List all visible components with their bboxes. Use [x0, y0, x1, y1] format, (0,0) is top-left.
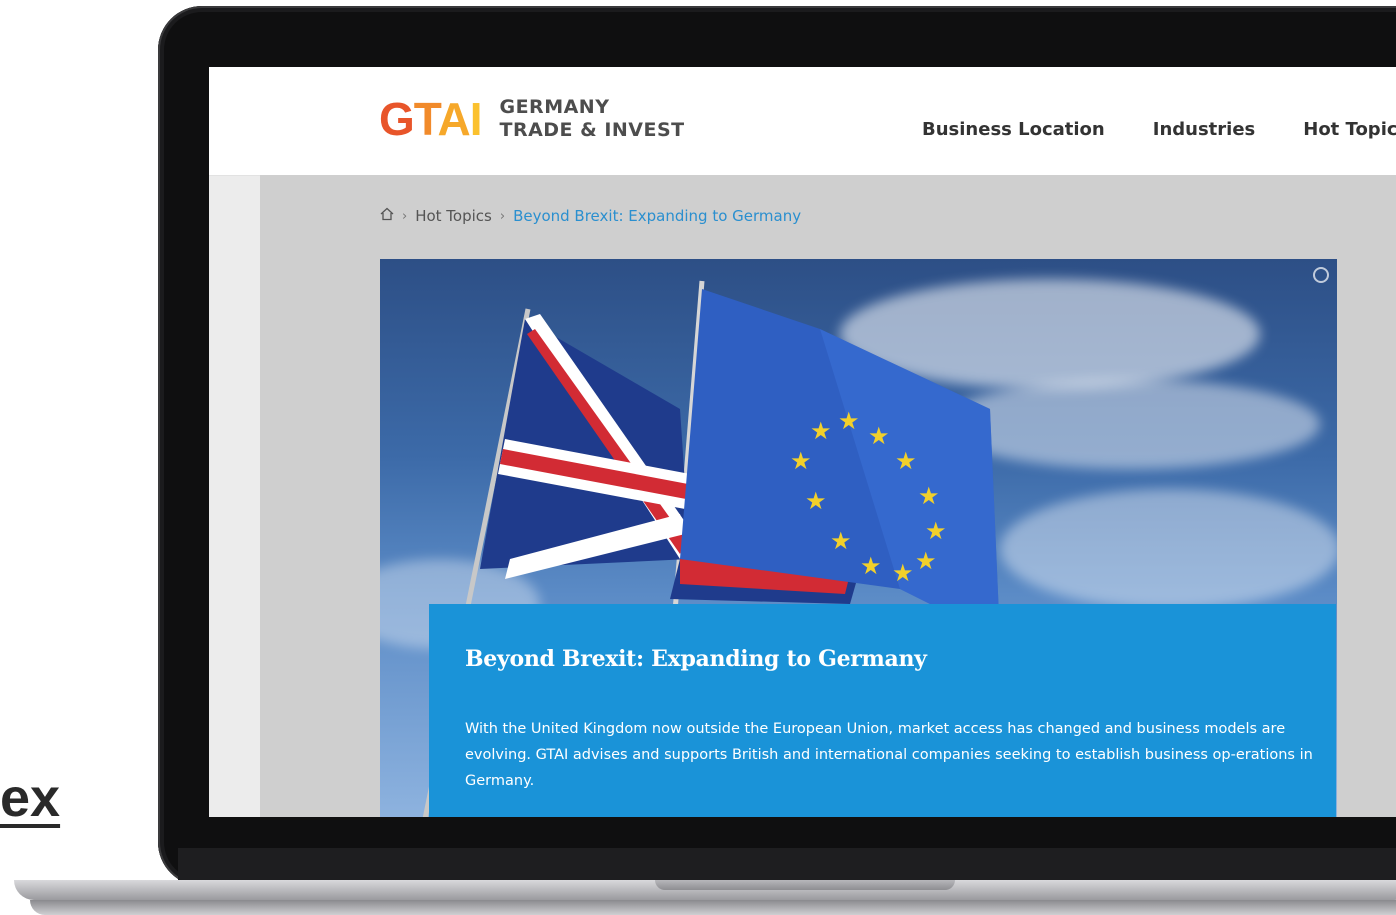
main-nav: Business Location Industries Hot Topics: [922, 119, 1396, 140]
breadcrumb-current[interactable]: Beyond Brexit: Expanding to Germany: [513, 207, 801, 225]
svg-text:★: ★: [915, 547, 937, 575]
svg-text:★: ★: [895, 447, 917, 475]
article-title: Beyond Brexit: Expanding to Germany: [465, 646, 927, 672]
logo-text: GERMANY TRADE & INVEST: [499, 96, 684, 142]
nav-item-hot-topics[interactable]: Hot Topics: [1303, 119, 1396, 140]
breadcrumb: › Hot Topics › Beyond Brexit: Expanding …: [380, 207, 801, 225]
breadcrumb-separator: ›: [402, 208, 408, 224]
nav-item-industries[interactable]: Industries: [1153, 119, 1256, 140]
svg-text:★: ★: [868, 422, 890, 450]
svg-text:★: ★: [838, 407, 860, 435]
svg-text:★: ★: [830, 527, 852, 555]
article-intro: With the United Kingdom now outside the …: [465, 721, 1313, 789]
browser-screen: GTAI GERMANY TRADE & INVEST Business Loc…: [209, 67, 1396, 817]
site-header: GTAI GERMANY TRADE & INVEST Business Loc…: [209, 67, 1396, 176]
laptop-chin: [178, 848, 1396, 880]
svg-text:★: ★: [925, 517, 947, 545]
copyright-icon[interactable]: [1313, 267, 1329, 283]
breadcrumb-hot-topics[interactable]: Hot Topics: [415, 207, 492, 225]
logo-line-2: TRADE & INVEST: [499, 119, 685, 141]
svg-text:★: ★: [892, 559, 914, 587]
gtai-logo[interactable]: GTAI GERMANY TRADE & INVEST: [379, 91, 685, 147]
svg-text:★: ★: [790, 447, 812, 475]
partial-heading-text: ex: [0, 768, 61, 828]
home-icon[interactable]: [380, 207, 394, 225]
logo-mark: GTAI: [379, 93, 482, 145]
article-teaser-box: Beyond Brexit: Expanding to Germany With…: [429, 604, 1336, 817]
svg-text:★: ★: [810, 417, 832, 445]
laptop-foot: [30, 900, 1396, 915]
breadcrumb-separator: ›: [499, 208, 506, 224]
logo-line-1: GERMANY: [499, 96, 610, 118]
svg-text:★: ★: [805, 487, 827, 515]
nav-item-business-location[interactable]: Business Location: [922, 119, 1105, 140]
laptop-notch: [655, 880, 955, 890]
svg-text:★: ★: [918, 482, 940, 510]
svg-text:★: ★: [860, 552, 882, 580]
